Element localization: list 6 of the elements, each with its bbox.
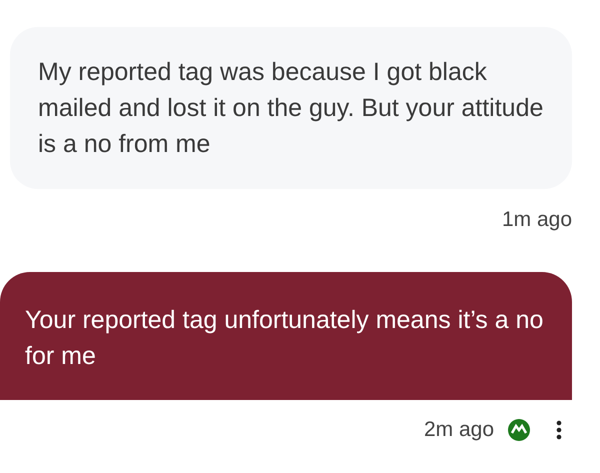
more-options-icon[interactable] — [556, 420, 562, 440]
avatar-icon — [508, 419, 530, 441]
message-bubble: Your reported tag unfortunately means it’s a no for me — [0, 272, 572, 400]
timestamp: 1m ago — [502, 207, 572, 233]
message-bubble: My reported tag was because I got black mailed and lost it on the guy. But your attitude is a no from me — [10, 27, 572, 189]
timestamp: 2m ago — [424, 417, 494, 443]
